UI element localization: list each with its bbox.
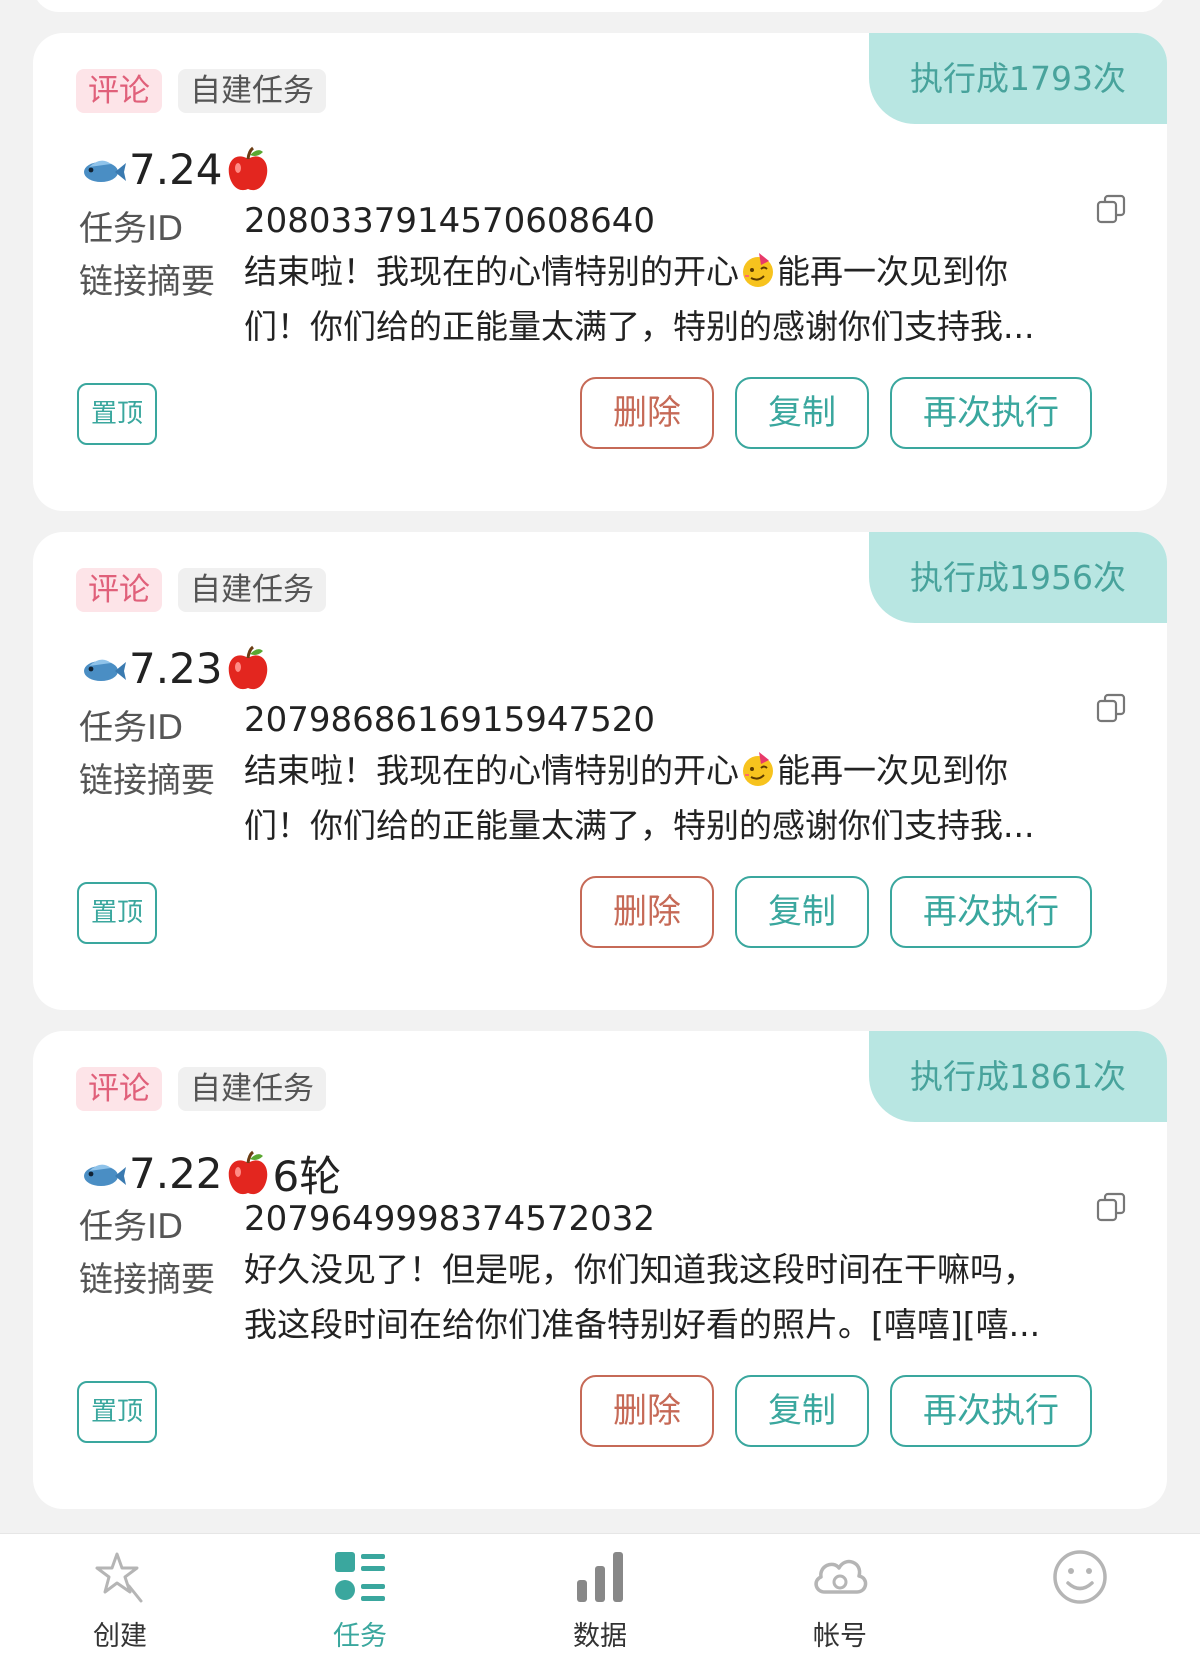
summary-text-before: 结束啦！我现在的心情特别的开心: [244, 751, 739, 790]
copy-button[interactable]: 复制: [735, 377, 869, 449]
exec-count-badge: 执行成1956次: [869, 532, 1167, 623]
summary-text-after: 能再一次见到你: [777, 252, 1008, 291]
summary-line: 我这段时间在给你们准备特别好看的照片。[嘻嘻][嘻...: [244, 1305, 1041, 1344]
copy-button[interactable]: 复制: [735, 876, 869, 948]
task-title-suffix: 6轮: [272, 1152, 342, 1201]
nav-item-data[interactable]: 数据: [530, 1546, 670, 1664]
fish-icon: [84, 160, 126, 182]
smiley-icon: [1053, 1550, 1107, 1604]
link-summary-text: 结束啦！我现在的心情特别的开心 能再一次见到你 们！你们给的正能量太满了，特别的感…: [244, 743, 1064, 853]
copy-button[interactable]: 复制: [735, 1375, 869, 1447]
source-tag: 自建任务: [178, 1067, 326, 1111]
apple-icon: [228, 645, 267, 689]
link-summary-label: 链接摘要: [79, 262, 215, 302]
rerun-button[interactable]: 再次执行: [890, 1375, 1092, 1447]
rerun-button[interactable]: 再次执行: [890, 876, 1092, 948]
task-id-label: 任务ID: [79, 1207, 184, 1247]
summary-line: 结束啦！我现在的心情特别的开心 能再一次见到你: [244, 743, 1064, 798]
nav-item-tasks[interactable]: 任务: [290, 1546, 430, 1664]
link-summary-label: 链接摘要: [79, 761, 215, 801]
task-title-number: 7.23: [129, 644, 223, 693]
bar-chart-icon: [577, 1552, 623, 1602]
party-face-icon: [743, 253, 773, 287]
nav-item-account[interactable]: 帐号: [770, 1546, 910, 1664]
nav-item-create[interactable]: 创建: [50, 1546, 190, 1664]
bottom-nav: 创建 任务 数据 帐号: [0, 1533, 1200, 1668]
delete-button[interactable]: 删除: [580, 876, 714, 948]
task-id-value: 2079649998374572032: [244, 1199, 656, 1239]
party-face-icon: [743, 752, 773, 786]
exec-count-badge: 执行成1793次: [869, 33, 1167, 124]
pin-button[interactable]: 置顶: [77, 1381, 157, 1443]
task-id-label: 任务ID: [79, 209, 184, 249]
link-summary-label: 链接摘要: [79, 1260, 215, 1300]
copy-id-icon[interactable]: [1095, 193, 1127, 225]
type-tag: 评论: [76, 69, 162, 113]
nav-label: 创建: [93, 1621, 147, 1652]
nav-item-profile[interactable]: [1010, 1546, 1150, 1664]
task-tags: 评论 自建任务: [76, 568, 326, 612]
delete-button[interactable]: 删除: [580, 377, 714, 449]
apple-icon: [228, 146, 267, 190]
task-card: 执行成1956次 评论 自建任务 7.23 任务ID 2079868616915…: [33, 532, 1167, 1010]
cloud-account-icon: [814, 1559, 868, 1594]
summary-line: 好久没见了！但是呢，你们知道我这段时间在干嘛吗，: [244, 1242, 1064, 1297]
type-tag: 评论: [76, 1067, 162, 1111]
delete-button[interactable]: 删除: [580, 1375, 714, 1447]
summary-line: 们！你们给的正能量太满了，特别的感谢你们支持我...: [244, 806, 1035, 845]
task-id-value: 2079868616915947520: [244, 700, 656, 740]
apple-icon: [228, 1150, 267, 1194]
type-tag: 评论: [76, 568, 162, 612]
task-title-number: 7.24: [129, 145, 223, 194]
copy-id-icon[interactable]: [1095, 1191, 1127, 1223]
exec-count-badge: 执行成1861次: [869, 1031, 1167, 1122]
source-tag: 自建任务: [178, 568, 326, 612]
source-tag: 自建任务: [178, 69, 326, 113]
task-title: 7.22 6轮: [79, 1143, 341, 1204]
task-tags: 评论 自建任务: [76, 1067, 326, 1111]
star-sparkle-icon: [95, 1552, 143, 1603]
task-title-number: 7.22: [129, 1149, 223, 1198]
task-list-icon: [335, 1552, 385, 1601]
link-summary-text: 结束啦！我现在的心情特别的开心 能再一次见到你 们！你们给的正能量太满了，特别的感…: [244, 244, 1064, 354]
fish-icon: [84, 1164, 126, 1186]
task-card: 执行成1793次 评论 自建任务 7.24 任务ID 2080337914570…: [33, 33, 1167, 511]
previous-card-edge: [33, 0, 1167, 12]
fish-icon: [84, 659, 126, 681]
task-title: 7.24: [79, 145, 273, 194]
pin-button[interactable]: 置顶: [77, 383, 157, 445]
summary-line: 结束啦！我现在的心情特别的开心 能再一次见到你: [244, 244, 1064, 299]
pin-button[interactable]: 置顶: [77, 882, 157, 944]
copy-id-icon[interactable]: [1095, 692, 1127, 724]
summary-text-before: 好久没见了！但是呢，你们知道我这段时间在干嘛吗，: [244, 1250, 1036, 1289]
summary-text-after: 能再一次见到你: [777, 751, 1008, 790]
task-tags: 评论 自建任务: [76, 69, 326, 113]
summary-line: 们！你们给的正能量太满了，特别的感谢你们支持我...: [244, 307, 1035, 346]
task-title: 7.23: [79, 644, 273, 693]
task-id-value: 2080337914570608640: [244, 201, 656, 241]
nav-label: 帐号: [813, 1621, 867, 1652]
summary-text-before: 结束啦！我现在的心情特别的开心: [244, 252, 739, 291]
task-card: 执行成1861次 评论 自建任务 7.22 6轮 任务ID 2079649998…: [33, 1031, 1167, 1509]
nav-label: 数据: [573, 1621, 627, 1652]
nav-label: 任务: [333, 1621, 387, 1652]
rerun-button[interactable]: 再次执行: [890, 377, 1092, 449]
link-summary-text: 好久没见了！但是呢，你们知道我这段时间在干嘛吗， 我这段时间在给你们准备特别好看…: [244, 1242, 1064, 1352]
task-id-label: 任务ID: [79, 708, 184, 748]
